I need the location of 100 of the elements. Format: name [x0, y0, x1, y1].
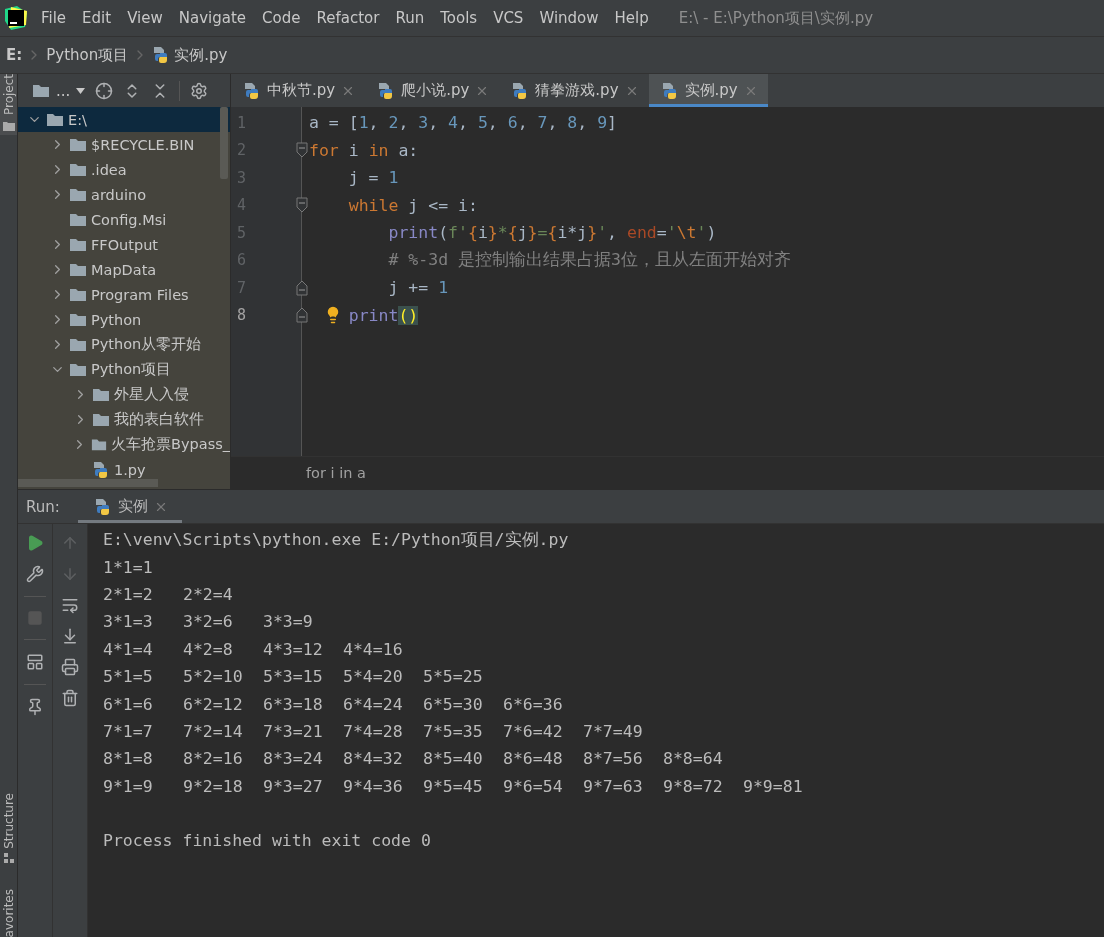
view-selector[interactable]: ... — [32, 81, 86, 100]
fold-icon[interactable] — [296, 142, 308, 159]
menu-item[interactable]: Window — [531, 9, 607, 27]
code-line: a = [1, 2, 3, 4, 5, 6, 7, 8, 9] — [309, 112, 619, 135]
console-text: 3*1=3 — [103, 612, 154, 632]
fold-icon[interactable] — [296, 307, 308, 324]
run-tab[interactable]: 实例 — [77, 490, 182, 523]
console-text: 3*3=9 — [263, 612, 314, 632]
fold-icon[interactable] — [296, 197, 308, 214]
console-text: 9*5=45 — [423, 776, 484, 796]
tree-item[interactable]: 1.py — [18, 457, 230, 482]
folder-icon — [69, 137, 87, 152]
layout-icon[interactable] — [26, 653, 44, 671]
soft-wrap-icon[interactable] — [61, 596, 79, 614]
run-icon[interactable] — [26, 534, 44, 552]
tree-item[interactable]: MapData — [18, 257, 230, 282]
code-line: while j <= i: — [347, 194, 479, 217]
folder-icon — [69, 362, 87, 377]
breadcrumb-item[interactable]: E: — [6, 46, 23, 64]
tree-item[interactable]: FFOutput — [18, 232, 230, 257]
caret-icon — [76, 87, 86, 94]
crosshair-icon[interactable] — [95, 81, 114, 100]
menu-item[interactable]: Code — [254, 9, 309, 27]
window-title: E:\ - E:\Python项目\实例.py — [678, 8, 874, 28]
console-text: 6*2=12 — [183, 694, 244, 714]
tree-item[interactable]: Config.Msi — [18, 207, 230, 232]
console-text: 5*2=10 — [183, 667, 244, 687]
print-icon[interactable] — [61, 658, 79, 676]
console-text: 8*4=32 — [343, 749, 404, 769]
tree-item[interactable]: 我的表白软件 — [18, 407, 230, 432]
console-text: 6*1=6 — [103, 694, 154, 714]
console-text: 7*6=42 — [503, 721, 564, 741]
console-text: 4*1=4 — [103, 639, 154, 659]
tree-item[interactable]: Python — [18, 307, 230, 332]
folder-icon — [69, 287, 87, 302]
fold-icon[interactable] — [296, 279, 308, 296]
menu-item[interactable]: View — [119, 9, 171, 27]
tree-item[interactable]: Program Files — [18, 282, 230, 307]
editor-tab[interactable]: 爬小说.py — [365, 74, 500, 107]
tree-item[interactable]: 外星人入侵 — [18, 382, 230, 407]
tree-item[interactable]: 火车抢票Bypass_ — [18, 432, 230, 457]
console-text: 8*1=8 — [103, 749, 154, 769]
tree-item[interactable]: Python从零开始 — [18, 332, 230, 357]
console-text: 7*4=28 — [343, 721, 404, 741]
tree-item[interactable]: arduino — [18, 182, 230, 207]
scrollbar[interactable] — [220, 107, 228, 179]
tree-item[interactable]: .idea — [18, 157, 230, 182]
console-text: 8*2=16 — [183, 749, 244, 769]
python-file-icon — [243, 81, 261, 100]
console-text: E:\venv\Scripts\python.exe E:/Python项目/实例.py — [103, 528, 569, 551]
wrench-icon[interactable] — [26, 565, 44, 583]
console-text: 8*5=40 — [423, 749, 484, 769]
settings-icon[interactable] — [190, 81, 209, 100]
code-line: for i in a: — [309, 139, 420, 162]
tree-item[interactable]: Python项目 — [18, 357, 230, 382]
console-text: 9*8=72 — [663, 776, 724, 796]
console-text: 7*2=14 — [183, 721, 244, 741]
menu-item[interactable]: Run — [387, 9, 433, 27]
menu-item[interactable]: Help — [606, 9, 657, 27]
folder-icon — [69, 312, 87, 327]
scrollbar[interactable] — [18, 479, 158, 487]
console-text: 6*3=18 — [263, 694, 324, 714]
python-file-icon — [92, 460, 110, 479]
menu-item[interactable]: File — [33, 9, 75, 27]
tree-item[interactable]: $RECYCLE.BIN — [18, 132, 230, 157]
folder-icon — [69, 337, 87, 352]
console-text: 9*9=81 — [743, 776, 804, 796]
menu-item[interactable]: Tools — [432, 9, 486, 27]
breadcrumb-item[interactable]: Python项目 — [46, 45, 129, 65]
tree-item[interactable]: E:\ — [18, 107, 230, 132]
editor-tab[interactable]: 中秋节.py — [231, 74, 366, 107]
breadcrumb-item[interactable]: 实例.py — [174, 45, 228, 65]
console-text: 2*2=4 — [183, 584, 234, 604]
folder-icon — [2, 121, 15, 132]
menu-item[interactable]: Edit — [74, 9, 120, 27]
console-text: 1*1=1 — [103, 557, 154, 577]
folder-icon — [92, 387, 110, 402]
structure-icon — [3, 852, 14, 863]
console-text: 5*4=20 — [343, 667, 404, 687]
folder-icon — [69, 187, 87, 202]
console-text: 4*2=8 — [183, 639, 234, 659]
scroll-to-end-icon[interactable] — [61, 627, 79, 645]
favorites-tool-tab[interactable]: avorites — [1, 888, 16, 937]
console-text: 6*5=30 — [423, 694, 484, 714]
trash-icon[interactable] — [61, 689, 79, 707]
menu-item[interactable]: Navigate — [170, 9, 255, 27]
editor-tab[interactable]: 猜拳游戏.py — [499, 74, 649, 107]
editor-tab[interactable]: 实例.py — [648, 74, 768, 107]
folder-icon — [46, 112, 64, 127]
folder-icon — [32, 83, 50, 98]
structure-tool-tab[interactable]: Structure — [1, 792, 16, 849]
console-text: 6*4=24 — [343, 694, 404, 714]
python-file-icon — [660, 81, 679, 100]
folder-icon — [69, 162, 87, 177]
menu-item[interactable]: Refactor — [308, 9, 388, 27]
console-text: 9*2=18 — [183, 776, 244, 796]
pin-icon[interactable] — [26, 698, 44, 716]
menu-item[interactable]: VCS — [485, 9, 532, 27]
console-text: 9*4=36 — [343, 776, 404, 796]
editor-breadcrumb[interactable]: for i in a — [306, 465, 366, 481]
